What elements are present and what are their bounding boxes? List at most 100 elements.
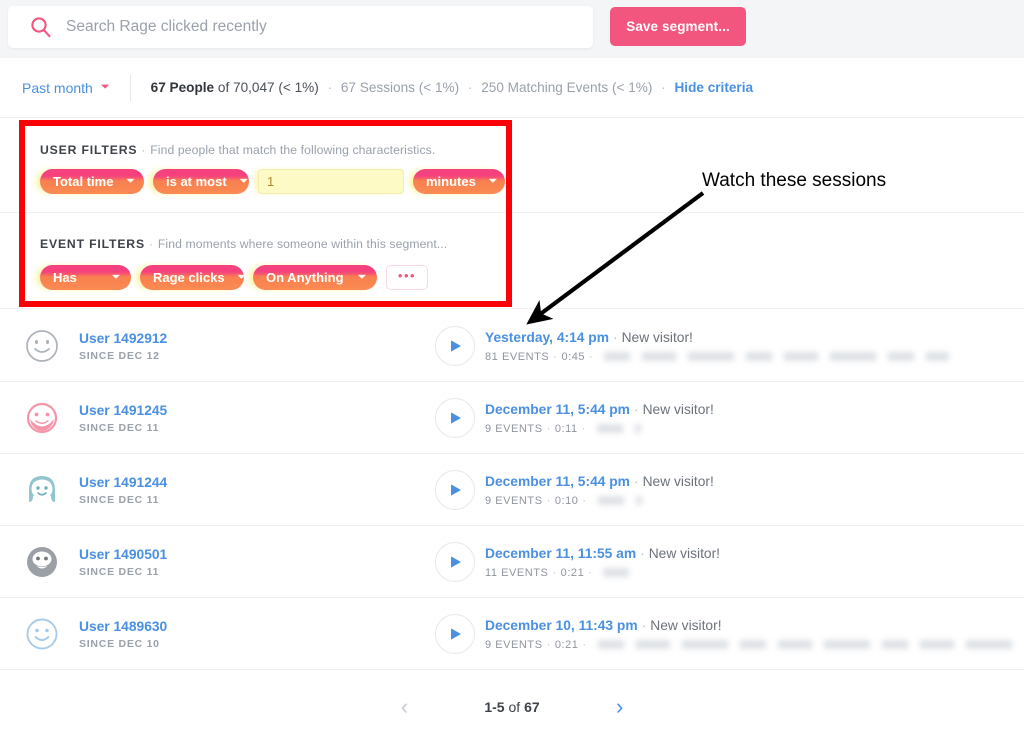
session-meta-dot-2: · xyxy=(582,494,587,507)
session-when[interactable]: December 11, 11:55 am xyxy=(485,546,636,561)
user-info: User 1491244 SINCE DEC 11 xyxy=(79,474,167,506)
play-session-button[interactable] xyxy=(435,613,475,654)
session-dot: · xyxy=(641,617,647,633)
user-filters-sep: · xyxy=(141,143,147,157)
pagination-range-start: 1-5 xyxy=(484,699,505,715)
event-type-label: Rage clicks xyxy=(153,270,225,285)
play-session-button[interactable] xyxy=(435,397,475,438)
session-meta-dot-2: · xyxy=(582,638,587,651)
session-meta: 9 EVENTS · 0:21 · xyxy=(485,639,1018,651)
pagination-total: 67 xyxy=(524,699,540,715)
filter-panel: USER FILTERS · Find people that match the … xyxy=(0,119,1024,309)
event-filters-sep: · xyxy=(148,237,154,251)
session-meta-dot-2: · xyxy=(588,566,593,579)
session-list: User 1492912 SINCE DEC 12 Yesterday, 4:1… xyxy=(0,310,1024,670)
user-info: User 1489630 SINCE DEC 10 xyxy=(79,618,167,650)
user-name-link[interactable]: User 1490501 xyxy=(79,546,167,563)
session-duration: 0:10 xyxy=(554,494,579,507)
criteria-separator-2: · xyxy=(467,80,473,95)
avatar-face-gray-beard-filled xyxy=(24,544,60,580)
session-meta: 81 EVENTS · 0:45 · xyxy=(485,350,950,363)
user-since-label: SINCE DEC 10 xyxy=(79,637,160,650)
session-meta-dot: · xyxy=(546,494,551,507)
redacted-session-text xyxy=(597,496,642,505)
avatar-face-blue-smiley xyxy=(24,616,60,652)
session-visitor-tag: New visitor! xyxy=(648,545,721,561)
session-duration: 0:21 xyxy=(554,638,579,651)
user-info: User 1490501 SINCE DEC 11 xyxy=(79,546,167,578)
hide-criteria-link[interactable]: Hide criteria xyxy=(674,80,753,95)
event-filters-description: Find moments where someone within this s… xyxy=(157,237,448,251)
user-since-label: SINCE DEC 11 xyxy=(79,565,160,578)
session-when[interactable]: Yesterday, 4:14 pm xyxy=(485,330,609,345)
session-when[interactable]: December 10, 11:43 pm xyxy=(485,618,638,633)
criteria-divider xyxy=(129,74,131,101)
pagination-range: 1-5 of 67 xyxy=(484,699,539,715)
session-event-count: 9 EVENTS xyxy=(485,422,543,435)
table-row[interactable]: User 1491244 SINCE DEC 11 December 11, 5… xyxy=(0,454,1024,526)
session-title: December 11, 5:44 pm · New visitor! xyxy=(485,473,714,491)
chevron-down-icon: ⏷ xyxy=(358,272,366,283)
chevron-down-icon: ⏷ xyxy=(237,272,246,283)
event-filters-section: EVENT FILTERS · Find moments where someone… xyxy=(0,213,1024,309)
table-row[interactable]: User 1490501 SINCE DEC 11 December 11, 1… xyxy=(0,526,1024,598)
user-name-link[interactable]: User 1492912 xyxy=(79,330,167,347)
filter-value-input[interactable] xyxy=(258,169,404,194)
user-filters-description: Find people that match the following cha… xyxy=(150,143,436,157)
save-segment-button[interactable]: Save segment... xyxy=(610,7,746,46)
redacted-session-text xyxy=(597,640,1018,649)
chevron-left-icon[interactable]: ‹ xyxy=(384,687,424,727)
session-dot: · xyxy=(633,473,639,489)
event-target-dropdown[interactable]: On Anything ⏷ xyxy=(253,265,377,290)
play-icon xyxy=(451,339,461,352)
user-name-link[interactable]: User 1491245 xyxy=(79,402,167,419)
user-filters-section: USER FILTERS · Find people that match the … xyxy=(0,119,1024,213)
chevron-down-icon: ⏷ xyxy=(488,176,497,187)
session-info: December 11, 5:44 pm · New visitor! 9 EVEN… xyxy=(485,473,714,507)
user-name-link[interactable]: User 1489630 xyxy=(79,618,167,635)
redacted-session-text xyxy=(603,568,636,577)
redacted-session-text xyxy=(596,424,641,433)
table-row[interactable]: User 1491245 SINCE DEC 11 December 11, 5… xyxy=(0,382,1024,454)
avatar-face-teal-long-hair xyxy=(24,472,60,508)
search-icon xyxy=(30,16,52,38)
filter-property-dropdown[interactable]: Total time ⏷ xyxy=(40,169,144,194)
session-event-count: 81 EVENTS xyxy=(485,350,550,363)
filter-operator-label: is at most xyxy=(166,174,227,189)
criteria-separator-3: · xyxy=(661,80,666,95)
session-title: December 10, 11:43 pm · New visitor! xyxy=(485,617,1018,635)
session-info: Yesterday, 4:14 pm · New visitor! 81 EVENT… xyxy=(485,329,950,363)
session-when[interactable]: December 11, 5:44 pm xyxy=(485,402,630,417)
play-session-button[interactable] xyxy=(435,541,475,582)
user-name-link[interactable]: User 1491244 xyxy=(79,474,167,491)
play-session-button[interactable] xyxy=(435,469,475,510)
filter-unit-dropdown[interactable]: minutes ⏷ xyxy=(413,169,505,194)
chevron-right-icon[interactable]: › xyxy=(600,687,640,727)
table-row[interactable]: User 1489630 SINCE DEC 10 December 10, 1… xyxy=(0,598,1024,670)
session-duration: 0:11 xyxy=(554,422,578,435)
session-duration: 0:21 xyxy=(560,566,585,579)
event-verb-dropdown[interactable]: Has ⏷ xyxy=(40,265,131,290)
play-icon xyxy=(451,627,461,640)
session-meta: 9 EVENTS · 0:11 · xyxy=(485,423,714,435)
date-range-selector[interactable]: Past month ⏷ xyxy=(22,80,110,96)
search-input[interactable] xyxy=(66,18,593,36)
criteria-bar: Past month ⏷ 67 People of 70,047 (< 1%) … xyxy=(0,58,1024,118)
session-title: Yesterday, 4:14 pm · New visitor! xyxy=(485,329,949,347)
table-row[interactable]: User 1492912 SINCE DEC 12 Yesterday, 4:1… xyxy=(0,310,1024,382)
more-options-button[interactable]: ••• xyxy=(386,265,428,290)
play-session-button[interactable] xyxy=(435,325,475,366)
session-meta: 9 EVENTS · 0:10 · xyxy=(485,495,714,507)
session-when[interactable]: December 11, 5:44 pm xyxy=(485,474,630,489)
event-filters-heading: EVENT FILTERS · Find moments where someone… xyxy=(40,237,447,251)
session-visitor-tag: New visitor! xyxy=(650,617,722,633)
user-filters-heading: USER FILTERS · Find people that match the … xyxy=(40,143,435,157)
session-info: December 10, 11:43 pm · New visitor! 9 EVE… xyxy=(485,617,1018,651)
filter-operator-dropdown[interactable]: is at most ⏷ xyxy=(153,169,249,194)
play-icon xyxy=(451,411,461,424)
session-meta-dot: · xyxy=(552,566,557,579)
search-box[interactable] xyxy=(8,6,593,48)
event-type-dropdown[interactable]: Rage clicks ⏷ xyxy=(140,265,246,290)
user-info: User 1492912 SINCE DEC 12 xyxy=(79,330,167,362)
date-range-label: Past month xyxy=(22,79,93,96)
